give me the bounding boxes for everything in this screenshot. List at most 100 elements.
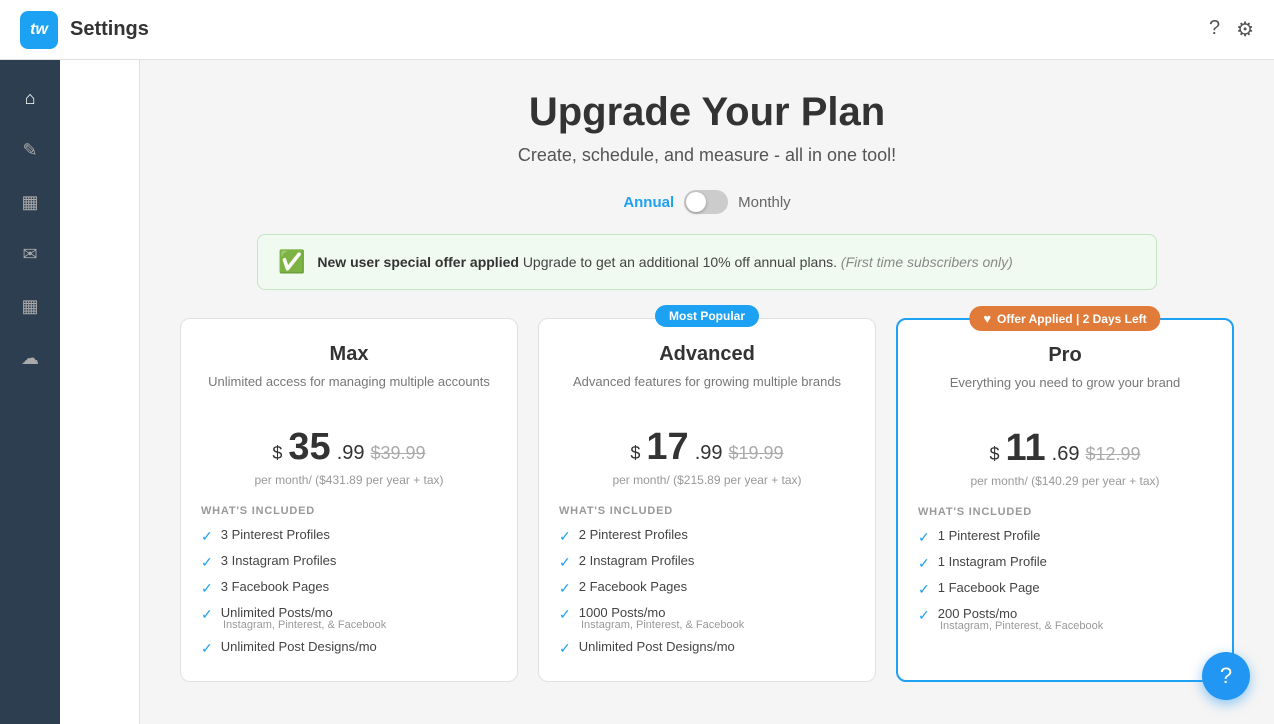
feature-item: ✓ Unlimited Post Designs/mo: [559, 639, 855, 657]
monthly-label: Monthly: [738, 194, 791, 211]
feature-group: ✓ 1000 Posts/mo Instagram, Pinterest, & …: [559, 605, 855, 631]
feature-text: 1 Pinterest Profile: [938, 528, 1041, 543]
badge-most-popular: Most Popular: [655, 305, 759, 327]
plan-price-advanced: $ 17 .99 $19.99: [559, 426, 855, 469]
price-cents-max: .99: [337, 442, 365, 465]
plan-card-max: Max Unlimited access for managing multip…: [180, 318, 518, 682]
price-dollar-pro: $: [989, 444, 999, 465]
feature-item: ✓ 1 Instagram Profile: [918, 554, 1212, 572]
check-icon: ✓: [201, 606, 213, 623]
feature-text: Unlimited Post Designs/mo: [579, 639, 735, 654]
feature-text: Unlimited Posts/mo: [221, 605, 333, 620]
plan-desc-pro: Everything you need to grow your brand: [918, 375, 1212, 411]
sidebar-item-inbox[interactable]: ✉: [8, 232, 52, 276]
upgrade-title: Upgrade Your Plan: [180, 90, 1234, 135]
offer-italic-text: (First time subscribers only): [841, 254, 1013, 270]
check-icon: ✓: [918, 529, 930, 546]
badge-offer: ♥ Offer Applied | 2 Days Left: [969, 306, 1160, 331]
price-dollar-max: $: [272, 443, 282, 464]
plan-desc-advanced: Advanced features for growing multiple b…: [559, 374, 855, 410]
plan-period-max: per month/ ($431.89 per year + tax): [201, 473, 497, 487]
check-icon: ✓: [559, 554, 571, 571]
billing-toggle-switch[interactable]: [684, 190, 728, 214]
price-original-pro: $12.99: [1085, 444, 1140, 465]
feature-text: 1 Facebook Page: [938, 580, 1040, 595]
price-original-max: $39.99: [371, 443, 426, 464]
check-icon: ✓: [201, 554, 213, 571]
page-title: Settings: [70, 18, 149, 41]
plan-price-max: $ 35 .99 $39.99: [201, 426, 497, 469]
offer-bold: New user special offer applied: [317, 254, 519, 270]
sidebar-item-cloud[interactable]: ☁: [8, 336, 52, 380]
app-logo: tw: [20, 11, 58, 49]
plan-name-max: Max: [201, 343, 497, 366]
feature-sub-text: Instagram, Pinterest, & Facebook: [581, 619, 855, 631]
feature-sub-text: Instagram, Pinterest, & Facebook: [940, 620, 1212, 632]
feature-text: 3 Facebook Pages: [221, 579, 329, 594]
price-main-max: 35: [288, 426, 330, 469]
sidebar-item-analytics[interactable]: ▦: [8, 180, 52, 224]
check-icon: ✓: [201, 580, 213, 597]
feature-list-pro: ✓ 1 Pinterest Profile ✓ 1 Instagram Prof…: [918, 528, 1212, 632]
sidebar: ⌂ ✎ ▦ ✉ ▦ ☁: [0, 60, 60, 724]
plan-card-pro: ♥ Offer Applied | 2 Days Left Pro Everyt…: [896, 318, 1234, 682]
help-fab-icon: ?: [1220, 663, 1232, 689]
feature-text: 2 Pinterest Profiles: [579, 527, 688, 542]
feature-item: ✓ 3 Facebook Pages: [201, 579, 497, 597]
offer-text: New user special offer applied Upgrade t…: [317, 254, 1012, 270]
plan-desc-max: Unlimited access for managing multiple a…: [201, 374, 497, 410]
sidebar-item-edit[interactable]: ✎: [8, 128, 52, 172]
help-icon[interactable]: ?: [1209, 17, 1220, 42]
settings-icon[interactable]: ⚙: [1236, 17, 1254, 42]
sidebar-item-home[interactable]: ⌂: [8, 76, 52, 120]
help-fab-button[interactable]: ?: [1202, 652, 1250, 700]
feature-group: ✓ 200 Posts/mo Instagram, Pinterest, & F…: [918, 606, 1212, 632]
header-left: tw Settings: [20, 11, 149, 49]
feature-text: 3 Pinterest Profiles: [221, 527, 330, 542]
billing-toggle: Annual Monthly: [180, 190, 1234, 214]
feature-text: 3 Instagram Profiles: [221, 553, 337, 568]
feature-item: ✓ Unlimited Post Designs/mo: [201, 639, 497, 657]
plan-card-advanced: Most Popular Advanced Advanced features …: [538, 318, 876, 682]
feature-list-advanced: ✓ 2 Pinterest Profiles ✓ 2 Instagram Pro…: [559, 527, 855, 657]
header: tw Settings ? ⚙: [0, 0, 1274, 60]
feature-item: ✓ 1 Pinterest Profile: [918, 528, 1212, 546]
plan-name-pro: Pro: [918, 344, 1212, 367]
price-main-advanced: 17: [646, 426, 688, 469]
offer-badge-text: Offer Applied | 2 Days Left: [997, 312, 1147, 326]
app-container: tw Settings ? ⚙ ⌂ ✎ ▦ ✉ ▦ ☁ Upgrade Your…: [0, 0, 1274, 724]
offer-banner: ✅ New user special offer applied Upgrade…: [257, 234, 1157, 290]
section-label-pro: WHAT'S INCLUDED: [918, 506, 1212, 518]
check-icon: ✓: [918, 555, 930, 572]
price-cents-pro: .69: [1052, 443, 1080, 466]
check-icon: ✓: [201, 640, 213, 657]
heart-icon: ♥: [983, 311, 991, 326]
plan-price-pro: $ 11 .69 $12.99: [918, 427, 1212, 470]
section-label-max: WHAT'S INCLUDED: [201, 505, 497, 517]
plan-period-advanced: per month/ ($215.89 per year + tax): [559, 473, 855, 487]
feature-item: ✓ 3 Pinterest Profiles: [201, 527, 497, 545]
feature-sub-text: Instagram, Pinterest, & Facebook: [223, 619, 497, 631]
plans-grid: Max Unlimited access for managing multip…: [180, 318, 1234, 682]
feature-text: 1000 Posts/mo: [579, 605, 666, 620]
feature-text: 200 Posts/mo: [938, 606, 1018, 621]
price-main-pro: 11: [1005, 427, 1045, 470]
check-icon: ✓: [201, 528, 213, 545]
price-original-advanced: $19.99: [729, 443, 784, 464]
check-icon: ✓: [918, 607, 930, 624]
price-cents-advanced: .99: [695, 442, 723, 465]
feature-item: ✓ 2 Facebook Pages: [559, 579, 855, 597]
plan-period-pro: per month/ ($140.29 per year + tax): [918, 474, 1212, 488]
secondary-sidebar: [60, 60, 140, 724]
annual-label: Annual: [623, 194, 674, 211]
feature-text: 1 Instagram Profile: [938, 554, 1047, 569]
plan-name-advanced: Advanced: [559, 343, 855, 366]
sidebar-item-calendar[interactable]: ▦: [8, 284, 52, 328]
feature-item: ✓ 3 Instagram Profiles: [201, 553, 497, 571]
feature-item: ✓ 2 Instagram Profiles: [559, 553, 855, 571]
check-icon: ✓: [559, 528, 571, 545]
feature-text: 2 Facebook Pages: [579, 579, 687, 594]
feature-group: ✓ Unlimited Posts/mo Instagram, Pinteres…: [201, 605, 497, 631]
offer-check-icon: ✅: [278, 249, 305, 275]
content-area: Upgrade Your Plan Create, schedule, and …: [140, 60, 1274, 724]
